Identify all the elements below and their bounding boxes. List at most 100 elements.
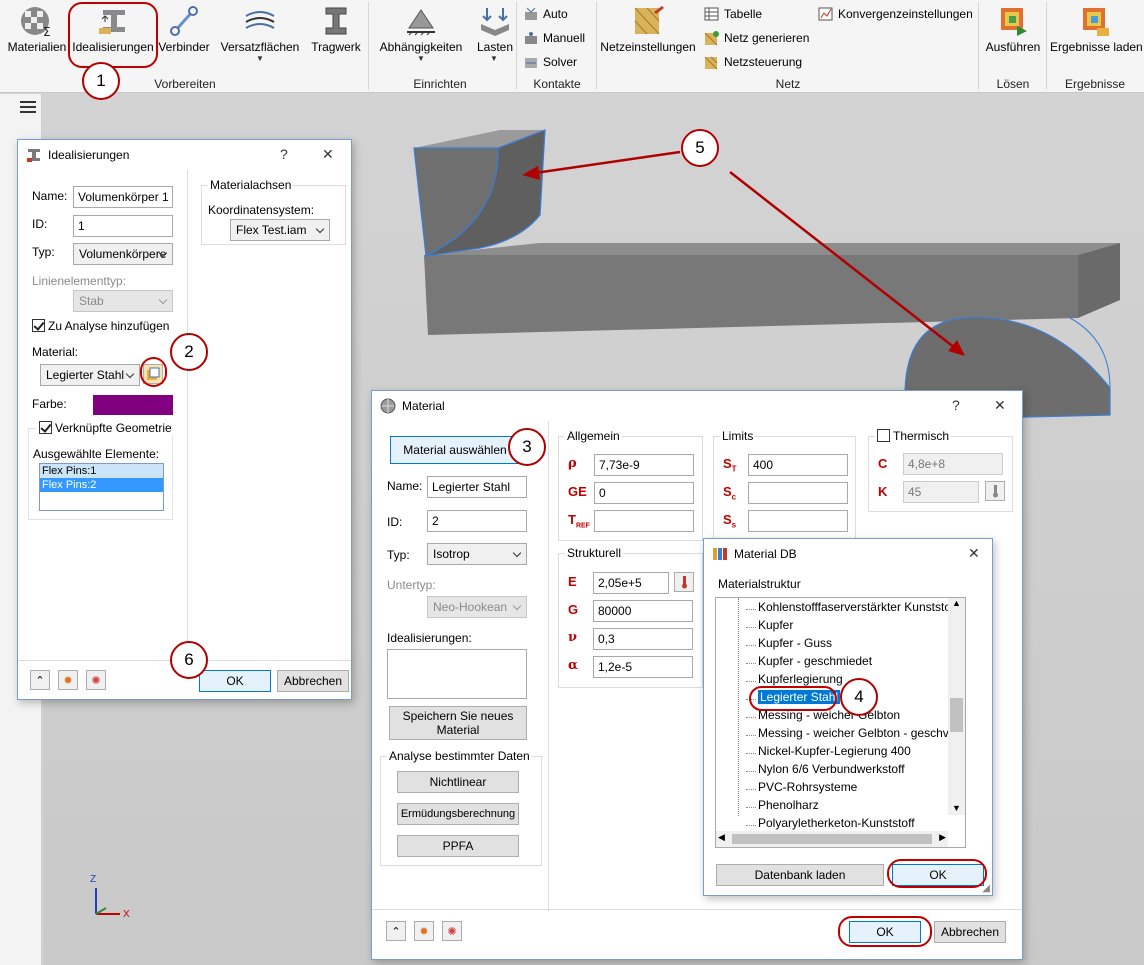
- scroll-left-icon[interactable]: ◀: [718, 832, 725, 843]
- nu-field[interactable]: 0,3: [593, 628, 693, 650]
- ge-symbol: GE: [568, 484, 587, 499]
- annotation-ring-material-ok: [838, 916, 932, 947]
- tree-item[interactable]: Kohlenstofffaserverstärkter Kunststo: [758, 600, 951, 614]
- tree-item[interactable]: Kupferlegierung: [758, 672, 843, 686]
- option-button-1[interactable]: ✹: [58, 670, 78, 690]
- koordinatensystem-select[interactable]: Flex Test.iam: [230, 219, 330, 241]
- cancel-button[interactable]: Abbrechen: [934, 921, 1006, 943]
- ermuedungsberechnung-button[interactable]: Ermüdungsberechnung: [397, 803, 519, 825]
- spark-icon: ✹: [63, 674, 73, 687]
- g-field[interactable]: 80000: [593, 600, 693, 622]
- material-globe-icon: [380, 398, 396, 414]
- cancel-button[interactable]: Abbrechen: [277, 670, 349, 692]
- close-button[interactable]: ✕: [968, 545, 980, 562]
- rho-field[interactable]: 7,73e-9: [594, 454, 694, 476]
- elements-list[interactable]: Flex Pins:1 Flex Pins:2: [39, 463, 164, 511]
- option-button-2[interactable]: ✺: [86, 670, 106, 690]
- help-button[interactable]: ?: [952, 397, 960, 413]
- list-item[interactable]: Flex Pins:1: [40, 464, 163, 478]
- c-field[interactable]: 4,8e+8: [903, 453, 1003, 475]
- checkbox-unchecked-icon: [877, 429, 890, 442]
- e-temperature-button[interactable]: [674, 572, 694, 592]
- idealisierungen-list[interactable]: [387, 649, 527, 699]
- farbe-color-swatch[interactable]: [93, 395, 173, 415]
- library-books-icon: [713, 548, 727, 560]
- resize-grip-icon[interactable]: ◢: [982, 883, 990, 894]
- name-label: Name:: [387, 479, 423, 493]
- dialog-titlebar[interactable]: Material DB: [704, 539, 992, 569]
- tree-item[interactable]: Kupfer - geschmiedet: [758, 654, 872, 668]
- ss-field[interactable]: [748, 510, 848, 532]
- dialog-titlebar[interactable]: Material: [372, 391, 1022, 421]
- chevron-up-icon: ⌃: [391, 925, 401, 938]
- material-tree[interactable]: Kohlenstofffaserverstärkter Kunststo Kupf…: [715, 597, 966, 848]
- scroll-down-icon[interactable]: ▼: [948, 803, 965, 813]
- material-auswaehlen-button[interactable]: Material auswählen: [390, 436, 520, 464]
- verknuepfte-checkbox[interactable]: Verknüpfte Geometrie: [37, 421, 174, 435]
- spark-icon: ✺: [447, 925, 457, 938]
- typ-select[interactable]: Volumenkörpere: [73, 243, 173, 265]
- id-label: ID:: [32, 217, 48, 231]
- expand-button[interactable]: ⌃: [30, 670, 50, 690]
- option-button-2[interactable]: ✺: [442, 921, 462, 941]
- checkbox-checked-icon: [32, 319, 45, 332]
- linienelementtyp-label: Linienelementtyp:: [32, 274, 127, 288]
- material-db-dialog: Material DB ✕ Materialstruktur Kohlensto…: [703, 538, 993, 896]
- tree-item[interactable]: Nickel-Kupfer-Legierung 400: [758, 744, 911, 758]
- tree-connector: [746, 825, 756, 826]
- close-button[interactable]: ✕: [994, 397, 1006, 414]
- callout-5: 5: [681, 129, 719, 167]
- tree-item[interactable]: PVC-Rohrsysteme: [758, 780, 857, 794]
- farbe-label: Farbe:: [32, 397, 67, 411]
- list-item[interactable]: Flex Pins:2: [40, 478, 163, 492]
- ge-field[interactable]: 0: [594, 482, 694, 504]
- typ-select[interactable]: Isotrop: [427, 543, 527, 565]
- k-field[interactable]: 45: [903, 481, 979, 503]
- id-field[interactable]: 2: [427, 510, 527, 532]
- dialog-title: Idealisierungen: [48, 148, 130, 162]
- st-field[interactable]: 400: [748, 454, 848, 476]
- material-select[interactable]: Legierter Stahl: [40, 364, 140, 386]
- sc-field[interactable]: [748, 482, 848, 504]
- untertyp-select[interactable]: Neo-Hookean: [427, 596, 527, 618]
- help-button[interactable]: ?: [280, 146, 288, 162]
- scrollbar-thumb[interactable]: [950, 698, 963, 732]
- datenbank-laden-button[interactable]: Datenbank laden: [716, 864, 884, 886]
- tree-item[interactable]: Kupfer - Guss: [758, 636, 832, 650]
- tree-item[interactable]: Nylon 6/6 Verbundwerkstoff: [758, 762, 905, 776]
- zu-analyse-checkbox[interactable]: Zu Analyse hinzufügen: [32, 319, 169, 333]
- tree-item[interactable]: Kupfer: [758, 618, 793, 632]
- ok-button[interactable]: OK: [199, 670, 271, 692]
- idealization-icon: [27, 149, 40, 162]
- scrollbar-thumb[interactable]: [732, 834, 932, 844]
- tree-connector: [746, 645, 756, 646]
- scroll-up-icon[interactable]: ▲: [948, 598, 965, 608]
- tree-item[interactable]: Phenolharz: [758, 798, 819, 812]
- scroll-right-icon[interactable]: ▶: [939, 832, 946, 843]
- k-temperature-button[interactable]: [985, 481, 1005, 501]
- option-button-1[interactable]: ✹: [414, 921, 434, 941]
- vertical-scrollbar[interactable]: ▲ ▼: [948, 598, 965, 815]
- tree-item[interactable]: Polyaryletherketon-Kunststoff: [758, 816, 915, 830]
- e-symbol: E: [568, 574, 577, 589]
- zu-analyse-label: Zu Analyse hinzufügen: [48, 319, 170, 333]
- thermisch-checkbox[interactable]: Thermisch: [875, 429, 952, 443]
- horizontal-scrollbar[interactable]: ◀ ▶: [716, 831, 948, 847]
- id-field[interactable]: 1: [73, 215, 173, 237]
- verknuepfte-geometrie-group: Verknüpfte Geometrie Ausgewählte Element…: [28, 421, 174, 520]
- k-symbol: K: [878, 484, 888, 499]
- ppfa-button[interactable]: PPFA: [397, 835, 519, 857]
- close-button[interactable]: ✕: [322, 146, 334, 163]
- dialog-titlebar[interactable]: Idealisierungen: [18, 140, 351, 170]
- expand-button[interactable]: ⌃: [386, 921, 406, 941]
- e-field[interactable]: 2,05e+5: [593, 572, 669, 594]
- name-field[interactable]: Volumenkörper 1: [73, 186, 173, 208]
- alpha-field[interactable]: 1,2e-5: [593, 656, 693, 678]
- tref-field[interactable]: [594, 510, 694, 532]
- name-field[interactable]: Legierter Stahl: [427, 476, 527, 498]
- linienelementtyp-select[interactable]: Stab: [73, 290, 173, 312]
- chevron-up-icon: ⌃: [35, 674, 45, 687]
- tree-item[interactable]: Messing - weicher Gelbton - geschv: [758, 726, 949, 740]
- nichtlinear-button[interactable]: Nichtlinear: [397, 771, 519, 793]
- speichern-button[interactable]: Speichern Sie neues Material: [389, 706, 527, 740]
